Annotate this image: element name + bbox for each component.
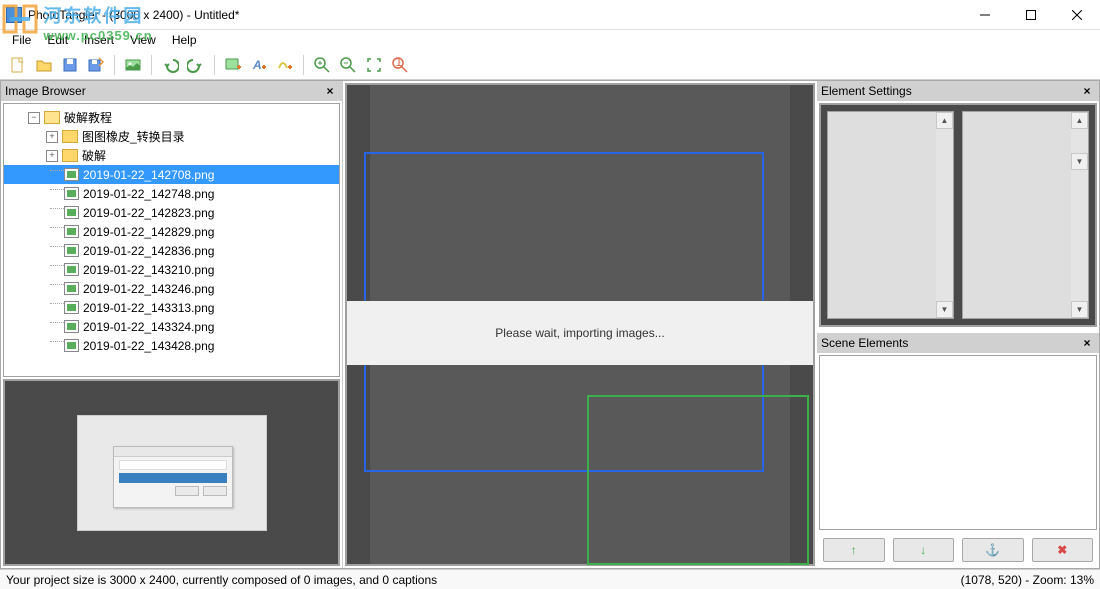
image-file-icon <box>64 225 79 238</box>
scroll-up-icon[interactable]: ▲ <box>1071 112 1088 129</box>
image-file-icon <box>64 168 79 181</box>
statusbar: Your project size is 3000 x 2400, curren… <box>0 569 1100 589</box>
image-file-icon <box>64 263 79 276</box>
tree-file[interactable]: 2019-01-22_143428.png <box>4 336 339 355</box>
scene-elements-header: Scene Elements × <box>817 333 1099 353</box>
tree-folder-child1[interactable]: + 图图橡皮_转换目录 <box>4 127 339 146</box>
move-down-button[interactable]: ↓ <box>893 538 955 562</box>
new-button[interactable] <box>6 53 30 77</box>
image-file-icon <box>64 320 79 333</box>
scroll-down-icon[interactable]: ▼ <box>1071 153 1088 170</box>
add-image-button[interactable] <box>221 53 245 77</box>
scene-elements-buttons: ↑ ↓ ⚓ ✖ <box>817 532 1099 568</box>
zoom-in-button[interactable] <box>310 53 334 77</box>
scene-elements-close[interactable]: × <box>1079 336 1095 350</box>
tree-file[interactable]: 2019-01-22_143210.png <box>4 260 339 279</box>
image-browser-title: Image Browser <box>5 84 86 98</box>
add-shape-button[interactable] <box>273 53 297 77</box>
menu-file[interactable]: File <box>4 31 39 49</box>
svg-text:1: 1 <box>396 56 403 69</box>
image-file-icon <box>64 187 79 200</box>
tree-folder-root[interactable]: − 破解教程 <box>4 108 339 127</box>
menu-view[interactable]: View <box>122 31 164 49</box>
settings-list-right[interactable]: ▲ ▼ ▼ <box>962 111 1089 319</box>
tree-file[interactable]: 2019-01-22_143313.png <box>4 298 339 317</box>
image-file-icon <box>64 301 79 314</box>
image-file-icon <box>64 282 79 295</box>
expand-icon[interactable]: + <box>46 131 58 143</box>
delete-button[interactable]: ✖ <box>1032 538 1094 562</box>
import-banner: Please wait, importing images... <box>347 301 813 365</box>
scroll-down-icon[interactable]: ▼ <box>1071 301 1088 318</box>
expand-icon[interactable]: + <box>46 150 58 162</box>
element-settings-title: Element Settings <box>821 84 912 98</box>
preview-thumbnail <box>77 415 267 531</box>
titlebar: PhotoTangler - (3000 x 2400) - Untitled* <box>0 0 1100 30</box>
redo-button[interactable] <box>184 53 208 77</box>
window-title: PhotoTangler - (3000 x 2400) - Untitled* <box>28 8 962 22</box>
settings-list-left[interactable]: ▲ ▼ <box>827 111 954 319</box>
tree-file[interactable]: 2019-01-22_142708.png <box>4 165 339 184</box>
tree-file[interactable]: 2019-01-22_142748.png <box>4 184 339 203</box>
tree-folder-child2[interactable]: + 破解 <box>4 146 339 165</box>
scroll-down-icon[interactable]: ▼ <box>936 301 953 318</box>
menubar: File Edit Insert View Help <box>0 30 1100 50</box>
undo-button[interactable] <box>158 53 182 77</box>
image-browser-close[interactable]: × <box>322 84 338 98</box>
tree-file[interactable]: 2019-01-22_142836.png <box>4 241 339 260</box>
import-message: Please wait, importing images... <box>495 326 664 340</box>
selection-green[interactable] <box>587 395 809 565</box>
image-browser-header: Image Browser × <box>1 81 342 101</box>
toolbar: A 1 <box>0 50 1100 80</box>
preview-panel <box>3 379 340 566</box>
menu-insert[interactable]: Insert <box>76 31 122 49</box>
image-file-icon <box>64 206 79 219</box>
folder-icon <box>62 149 78 162</box>
status-right: (1078, 520) - Zoom: 13% <box>961 573 1094 587</box>
folder-icon <box>44 111 60 124</box>
element-settings-body: ▲ ▼ ▲ ▼ ▼ <box>819 103 1097 327</box>
move-up-button[interactable]: ↑ <box>823 538 885 562</box>
svg-text:A: A <box>252 58 262 72</box>
save-button[interactable] <box>58 53 82 77</box>
menu-edit[interactable]: Edit <box>39 31 76 49</box>
image-file-icon <box>64 339 79 352</box>
scene-elements-title: Scene Elements <box>821 336 908 350</box>
menu-help[interactable]: Help <box>164 31 205 49</box>
tree-file[interactable]: 2019-01-22_142823.png <box>4 203 339 222</box>
collapse-icon[interactable]: − <box>28 112 40 124</box>
export-button[interactable] <box>121 53 145 77</box>
scroll-up-icon[interactable]: ▲ <box>936 112 953 129</box>
element-settings-close[interactable]: × <box>1079 84 1095 98</box>
minimize-button[interactable] <box>962 0 1008 30</box>
maximize-button[interactable] <box>1008 0 1054 30</box>
zoom-fit-button[interactable] <box>362 53 386 77</box>
close-button[interactable] <box>1054 0 1100 30</box>
zoom-actual-button[interactable]: 1 <box>388 53 412 77</box>
zoom-out-button[interactable] <box>336 53 360 77</box>
tree-file[interactable]: 2019-01-22_142829.png <box>4 222 339 241</box>
app-icon <box>6 7 22 23</box>
saveas-button[interactable] <box>84 53 108 77</box>
tree-file[interactable]: 2019-01-22_143324.png <box>4 317 339 336</box>
anchor-button[interactable]: ⚓ <box>962 538 1024 562</box>
tree-file[interactable]: 2019-01-22_143246.png <box>4 279 339 298</box>
add-text-button[interactable]: A <box>247 53 271 77</box>
folder-icon <box>62 130 78 143</box>
image-browser-tree[interactable]: − 破解教程 + 图图橡皮_转换目录 + 破解 2019-01-22_14270… <box>3 103 340 377</box>
element-settings-header: Element Settings × <box>817 81 1099 101</box>
canvas[interactable]: Please wait, importing images... <box>345 83 815 566</box>
open-button[interactable] <box>32 53 56 77</box>
image-file-icon <box>64 244 79 257</box>
status-left: Your project size is 3000 x 2400, curren… <box>6 573 437 587</box>
scene-elements-list[interactable] <box>819 355 1097 530</box>
